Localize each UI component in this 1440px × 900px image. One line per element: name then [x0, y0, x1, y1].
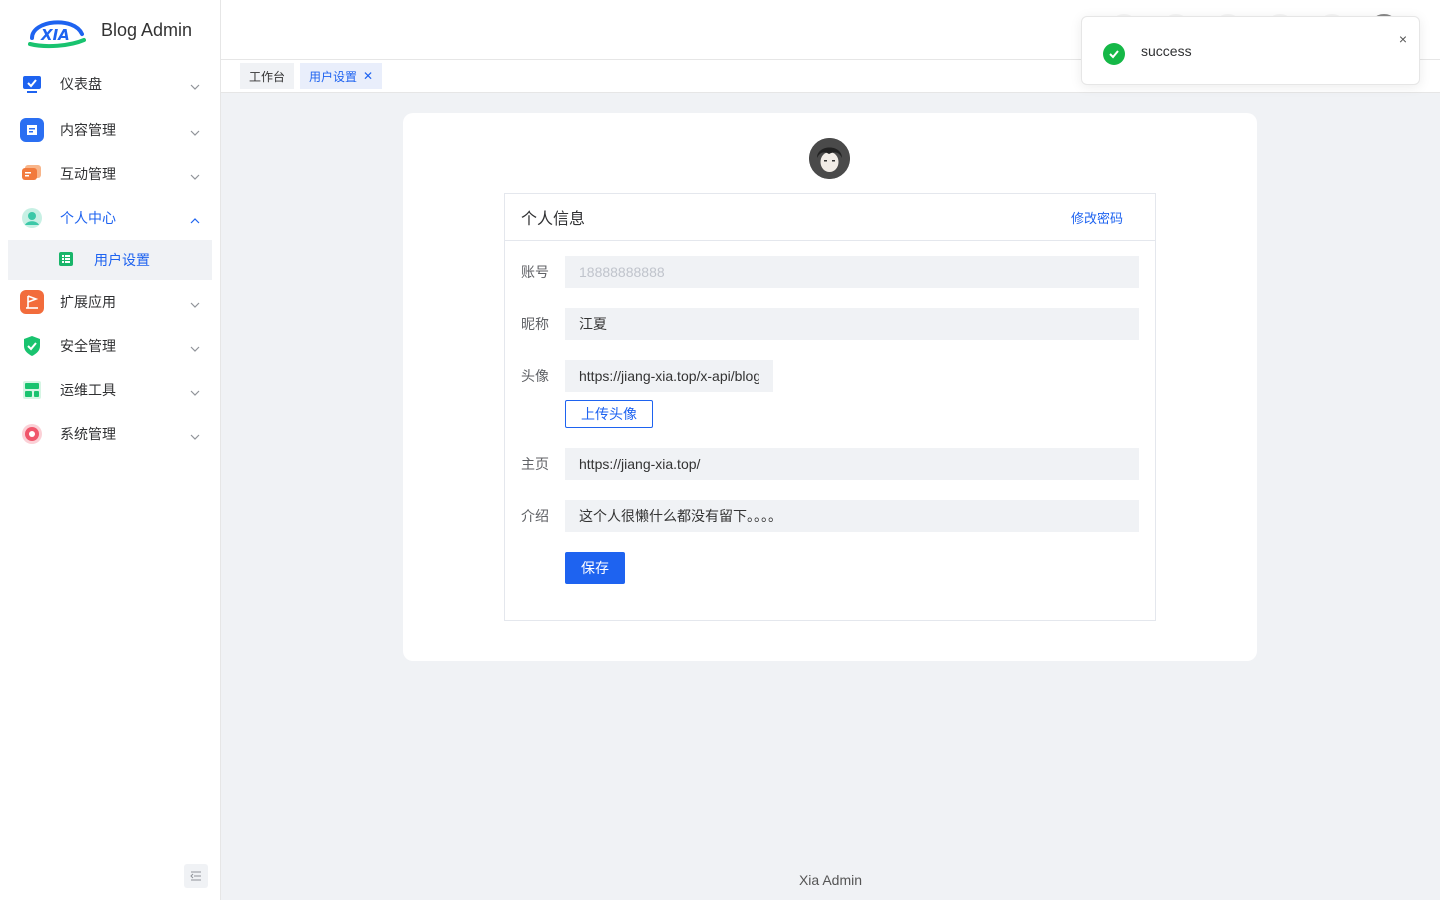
sidebar-subitem-label: 用户设置 — [94, 252, 150, 268]
chevron-down-icon — [190, 429, 200, 440]
change-password-link[interactable]: 修改密码 — [1071, 208, 1123, 227]
tab-label: 工作台 — [249, 69, 286, 84]
user-icon — [20, 206, 44, 230]
list-icon — [58, 251, 74, 270]
field-label: 主页 — [521, 456, 549, 472]
sidebar-item-label: 安全管理 — [60, 338, 116, 354]
sidebar-subitem-user-settings[interactable]: 用户设置 — [8, 240, 212, 280]
personal-info-panel: 个人信息 修改密码 账号 昵称 头像 上传头像 主页 介绍 保存 — [504, 193, 1156, 621]
chevron-down-icon — [190, 125, 200, 136]
form-row-account: 账号 — [505, 256, 1155, 288]
sidebar-item-label: 内容管理 — [60, 122, 116, 138]
settings-icon — [20, 422, 44, 446]
collapse-icon — [190, 871, 201, 881]
check-circle-icon — [1103, 43, 1125, 65]
chevron-down-icon — [190, 297, 200, 308]
chat-bubble-icon — [20, 162, 44, 186]
close-icon[interactable]: × — [1399, 31, 1407, 47]
save-button[interactable]: 保存 — [565, 552, 625, 584]
success-notification: success × — [1081, 16, 1420, 85]
app-title: Blog Admin — [101, 19, 193, 40]
form-row-avatar: 头像 — [505, 360, 1155, 392]
logo-icon: XIA — [26, 10, 86, 50]
sidebar-item-label: 仪表盘 — [60, 76, 102, 92]
sidebar-item-dashboard[interactable]: 仪表盘 — [0, 60, 220, 108]
sidebar-item-ops-tools[interactable]: 运维工具 — [0, 368, 220, 412]
homepage-field[interactable] — [565, 448, 1139, 480]
form-row-nickname: 昵称 — [505, 308, 1155, 340]
sidebar-item-label: 系统管理 — [60, 426, 116, 442]
sidebar-menu: 仪表盘 内容管理 互动管理 个人中心 用户设置 扩展应用 安全管理 运维工具 系… — [0, 60, 220, 456]
upload-avatar-button[interactable]: 上传头像 — [565, 400, 653, 428]
sidebar-item-interaction[interactable]: 互动管理 — [0, 152, 220, 196]
logo-area[interactable]: XIA Blog Admin — [0, 0, 220, 60]
field-label: 介绍 — [521, 508, 549, 524]
notification-message: success — [1141, 43, 1192, 59]
close-icon[interactable]: ✕ — [363, 69, 373, 83]
account-field — [565, 256, 1139, 288]
chevron-down-icon — [190, 385, 200, 396]
field-label: 头像 — [521, 368, 549, 384]
field-label: 账号 — [521, 264, 549, 280]
avatar-url-field[interactable] — [565, 360, 773, 392]
nickname-field[interactable] — [565, 308, 1139, 340]
intro-field[interactable] — [565, 500, 1139, 532]
sidebar: XIA Blog Admin 仪表盘 内容管理 互动管理 个人中心 用户设置 扩… — [0, 0, 221, 900]
sidebar-item-extensions[interactable]: 扩展应用 — [0, 280, 220, 324]
chevron-down-icon — [190, 341, 200, 352]
chevron-down-icon — [190, 169, 200, 180]
monitor-icon — [20, 72, 44, 96]
profile-card: 个人信息 修改密码 账号 昵称 头像 上传头像 主页 介绍 保存 — [403, 113, 1257, 661]
document-icon — [20, 118, 44, 142]
sidebar-item-content[interactable]: 内容管理 — [0, 108, 220, 152]
server-icon — [20, 378, 44, 402]
panel-title: 个人信息 — [521, 211, 586, 228]
panel-header: 个人信息 修改密码 — [505, 194, 1155, 241]
footer-text: Xia Admin — [798, 872, 863, 888]
tab-label: 用户设置 — [309, 69, 358, 84]
sidebar-item-security[interactable]: 安全管理 — [0, 324, 220, 368]
avatar[interactable] — [809, 138, 850, 179]
tab-workbench[interactable]: 工作台 — [240, 63, 295, 89]
sidebar-item-system[interactable]: 系统管理 — [0, 412, 220, 456]
form-row-homepage: 主页 — [505, 448, 1155, 480]
logo-text-mark: XIA — [40, 26, 70, 44]
sidebar-item-label: 运维工具 — [60, 382, 116, 398]
chevron-down-icon — [190, 79, 200, 90]
sidebar-item-personal-center[interactable]: 个人中心 — [0, 196, 220, 240]
chevron-up-icon — [190, 213, 200, 224]
flag-icon — [20, 290, 44, 314]
tab-user-settings[interactable]: 用户设置 ✕ — [300, 63, 383, 89]
sidebar-item-label: 个人中心 — [60, 210, 116, 226]
sidebar-item-label: 扩展应用 — [60, 294, 116, 310]
sidebar-item-label: 互动管理 — [60, 166, 116, 182]
collapse-sidebar-button[interactable] — [184, 864, 208, 888]
shield-icon — [20, 334, 44, 358]
field-label: 昵称 — [521, 316, 549, 332]
form-row-intro: 介绍 — [505, 500, 1155, 532]
